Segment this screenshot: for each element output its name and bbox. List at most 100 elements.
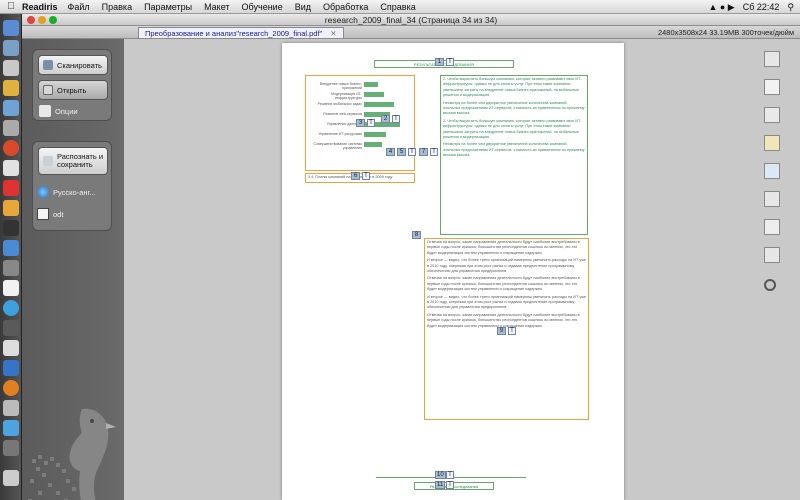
- column-text-2: Несмотря на более чем двукратное увеличе…: [443, 100, 585, 116]
- zoom-button[interactable]: [49, 16, 57, 24]
- zone-tag-4[interactable]: 4: [386, 148, 395, 156]
- zone-type-icon[interactable]: T: [362, 172, 370, 180]
- open-button[interactable]: Открыть: [38, 80, 108, 100]
- zone-tag-3[interactable]: 3: [356, 119, 365, 127]
- menu-edit[interactable]: Правка: [102, 2, 132, 12]
- footer-zone[interactable]: Результаты исследования: [414, 482, 494, 490]
- app-icon[interactable]: [3, 400, 19, 416]
- menu-training[interactable]: Обучение: [242, 2, 283, 12]
- document-page[interactable]: РЕЗУЛЬТАТЫ ИССЛЕДОВАНИЯ 1 T Внедрение но…: [282, 43, 624, 500]
- app-icon[interactable]: [3, 420, 19, 436]
- body-text-zone[interactable]: Отвечая на вопрос, какие направления дея…: [424, 238, 589, 420]
- zone-tag-11[interactable]: 11: [435, 481, 446, 489]
- tool-icon[interactable]: [764, 51, 780, 67]
- minimize-button[interactable]: [38, 16, 46, 24]
- zone-tag-1[interactable]: 1: [435, 58, 444, 66]
- app-icon[interactable]: [3, 80, 19, 96]
- zone-tag-8[interactable]: 8: [412, 231, 421, 239]
- options-item[interactable]: Опции: [39, 105, 78, 117]
- tool-icon[interactable]: [764, 79, 780, 95]
- sidebar: Сканировать Открыть Опции Распознать и с…: [22, 39, 124, 500]
- spotlight-icon[interactable]: ⚲: [787, 2, 794, 13]
- menu-process[interactable]: Обработка: [323, 2, 368, 12]
- app-icon[interactable]: [3, 240, 19, 256]
- zone-type-icon[interactable]: T: [446, 58, 454, 66]
- zone-tag-6[interactable]: 6: [351, 172, 360, 180]
- header-text: РЕЗУЛЬТАТЫ ИССЛЕДОВАНИЯ: [413, 62, 475, 67]
- zone-tag-7[interactable]: 7: [419, 148, 428, 156]
- body-text-2: И второе — видно, что более трети органи…: [427, 258, 586, 274]
- tool-icon[interactable]: [764, 135, 780, 151]
- zone-type-icon[interactable]: T: [508, 327, 516, 335]
- app-icon[interactable]: [3, 300, 19, 316]
- app-icon[interactable]: [3, 440, 19, 456]
- zone-tag-2[interactable]: 2: [381, 115, 390, 123]
- app-icon[interactable]: [3, 360, 19, 376]
- app-icon[interactable]: [3, 280, 19, 296]
- finder-icon[interactable]: [3, 20, 19, 36]
- app-icon[interactable]: [3, 260, 19, 276]
- app-icon[interactable]: [3, 380, 19, 396]
- document-canvas[interactable]: РЕЗУЛЬТАТЫ ИССЛЕДОВАНИЯ 1 T Внедрение но…: [124, 39, 750, 500]
- menu-view[interactable]: Вид: [295, 2, 311, 12]
- column-text-zone[interactable]: 2. Чтобы вырастить большую компанию, кот…: [440, 75, 588, 235]
- scan-button[interactable]: Сканировать: [38, 55, 108, 75]
- app-icon[interactable]: [3, 340, 19, 356]
- document-tab[interactable]: Преобразование и анализ"research_2009_fi…: [138, 27, 344, 38]
- menu-app-name[interactable]: Readiris: [22, 2, 58, 12]
- body-text-1-cont: Отвечая на вопрос, какие направления дея…: [427, 276, 580, 292]
- column-text-1: 2. Чтобы вырастить большую компанию, кот…: [443, 77, 582, 98]
- tool-icon[interactable]: [764, 107, 780, 123]
- close-button[interactable]: [27, 16, 35, 24]
- menu-options[interactable]: Параметры: [144, 2, 192, 12]
- trash-icon[interactable]: [3, 470, 19, 486]
- zone-type-icon[interactable]: T: [408, 148, 416, 156]
- app-icon[interactable]: [3, 60, 19, 76]
- menu-help[interactable]: Справка: [380, 2, 415, 12]
- chart-bar: [364, 132, 386, 137]
- figure-caption: 3.4. Планы компаний на ИТ-бюджет в 2009 …: [308, 175, 393, 179]
- app-icon[interactable]: [3, 100, 19, 116]
- tool-icon[interactable]: [764, 247, 780, 263]
- recognize-save-button[interactable]: Распознать и сохранить: [38, 147, 108, 175]
- caption-zone[interactable]: 3.4. Планы компаний на ИТ-бюджет в 2009 …: [305, 173, 415, 183]
- header-zone[interactable]: РЕЗУЛЬТАТЫ ИССЛЕДОВАНИЯ: [374, 60, 514, 68]
- window-title: research_2009_final_34 (Страница 34 из 3…: [324, 15, 498, 25]
- menu-file[interactable]: Файл: [68, 2, 90, 12]
- zone-tag-9[interactable]: 9: [497, 327, 506, 335]
- format-option[interactable]: odt: [37, 208, 63, 220]
- app-icon[interactable]: [3, 120, 19, 136]
- app-icon[interactable]: [3, 40, 19, 56]
- zone-type-icon[interactable]: T: [392, 115, 400, 123]
- app-icon[interactable]: [3, 180, 19, 196]
- zoom-icon[interactable]: [764, 279, 776, 291]
- recognize-icon: [43, 156, 53, 166]
- app-icon[interactable]: [3, 320, 19, 336]
- zone-tag-5[interactable]: 5: [397, 148, 406, 156]
- readiris-window: research_2009_final_34 (Страница 34 из 3…: [22, 14, 800, 500]
- app-icon[interactable]: [3, 220, 19, 236]
- tool-icon[interactable]: [764, 163, 780, 179]
- zone-type-icon[interactable]: T: [446, 481, 454, 489]
- tool-icon[interactable]: [764, 191, 780, 207]
- clock[interactable]: Сб 22:42: [743, 2, 780, 12]
- footer-text: Результаты исследования: [430, 484, 479, 489]
- open-file-icon: [43, 85, 53, 95]
- app-icon[interactable]: [3, 160, 19, 176]
- zone-type-icon[interactable]: T: [367, 119, 375, 127]
- language-label: Русско-анг...: [53, 187, 96, 197]
- zone-type-icon[interactable]: T: [430, 148, 438, 156]
- tool-icon[interactable]: [764, 219, 780, 235]
- close-tab-icon[interactable]: ✕: [330, 29, 336, 38]
- options-label: Опции: [55, 106, 78, 116]
- app-icon[interactable]: [3, 140, 19, 156]
- app-icon[interactable]: [3, 200, 19, 216]
- zone-type-icon[interactable]: T: [446, 471, 454, 479]
- zone-tag-10[interactable]: 10: [435, 471, 446, 479]
- menu-layout[interactable]: Макет: [204, 2, 229, 12]
- language-option[interactable]: Русско-анг...: [37, 186, 96, 198]
- scanner-icon: [43, 60, 53, 70]
- chart-bar-label: Внедрение новых бизнес-приложений: [319, 82, 362, 90]
- apple-menu-icon[interactable]: : [0, 1, 22, 12]
- status-icons[interactable]: ▲ ● ▶: [708, 2, 734, 13]
